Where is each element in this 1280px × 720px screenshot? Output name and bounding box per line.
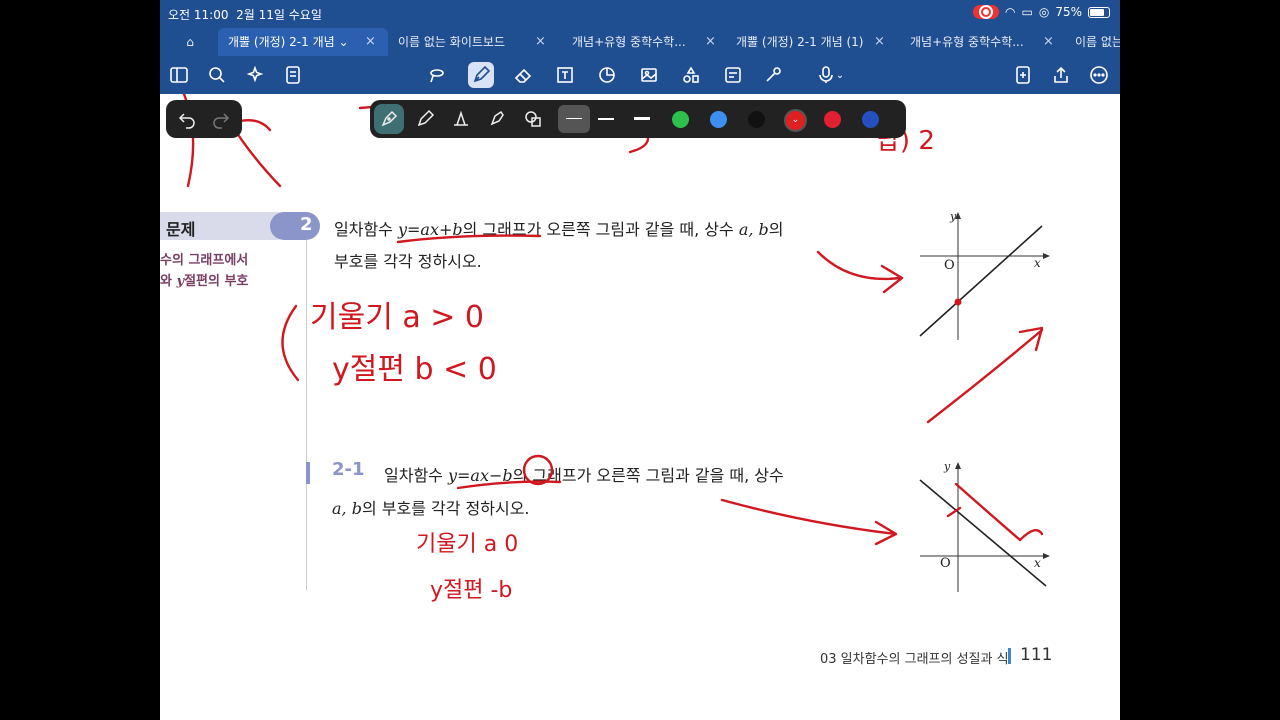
undo-redo-palette bbox=[166, 100, 242, 138]
stroke-thin-swatch[interactable] bbox=[558, 105, 590, 133]
tab-5[interactable]: 개념+유형 중학수학... bbox=[910, 28, 1024, 56]
image-icon[interactable] bbox=[636, 62, 662, 88]
shape-pen-icon[interactable] bbox=[518, 104, 548, 134]
eraser-icon[interactable] bbox=[510, 62, 536, 88]
share-icon[interactable] bbox=[1048, 62, 1074, 88]
pen-palette: ⌄ bbox=[370, 100, 906, 138]
tab-2[interactable]: 이름 없는 화이트보드 bbox=[398, 28, 505, 56]
ink-bracket bbox=[281, 304, 300, 382]
highlighter-icon[interactable] bbox=[482, 104, 512, 134]
main-toolbar: ⌄ bbox=[160, 56, 1120, 94]
tab-6[interactable]: 이름 없는 bbox=[1075, 28, 1120, 56]
tab-5-close-icon[interactable]: × bbox=[1043, 28, 1054, 56]
sidebar-icon[interactable] bbox=[166, 62, 192, 88]
tab-bar: ⌂ 개뿔 (개정) 2-1 개념 ⌄ × 이름 없는 화이트보드 × 개념+유형… bbox=[160, 28, 1120, 56]
ink-annotations bbox=[182, 94, 1044, 546]
ball-pen-icon[interactable] bbox=[410, 104, 440, 134]
laser-pointer-icon[interactable] bbox=[760, 62, 786, 88]
notebook-page[interactable]: 문제 수의 그래프에서 와 y절편의 부호 2 일차함수 y=ax+b의 그래프… bbox=[160, 94, 1120, 720]
screen-mirror-icon: ▭ bbox=[1021, 5, 1033, 19]
microphone-icon[interactable]: ⌄ bbox=[810, 62, 850, 88]
color-navy-swatch[interactable] bbox=[862, 111, 879, 128]
ink-note-1: 기울기 a > 0 bbox=[310, 300, 485, 335]
ai-sparkle-icon[interactable] bbox=[242, 62, 268, 88]
shape-icon[interactable] bbox=[594, 62, 620, 88]
home-icon[interactable]: ⌂ bbox=[178, 28, 202, 56]
text-box-icon[interactable] bbox=[552, 62, 578, 88]
ink-arrow-2 bbox=[926, 326, 1044, 424]
ink-arrow-1 bbox=[816, 250, 904, 294]
ink-graph2-line bbox=[954, 482, 1044, 542]
battery-percent: 75% bbox=[1055, 5, 1082, 19]
status-right: ◠ ▭ ◎ 75% bbox=[973, 5, 1110, 19]
more-options-icon[interactable] bbox=[1086, 62, 1112, 88]
wifi-icon: ◠ bbox=[1005, 5, 1016, 19]
stroke-thick-swatch[interactable] bbox=[634, 117, 650, 120]
status-bar: 오전 11:00 2월 11일 수요일 ◠ ▭ ◎ 75% bbox=[160, 0, 1120, 28]
lasso-icon[interactable] bbox=[424, 62, 450, 88]
color-red-swatch[interactable] bbox=[824, 111, 841, 128]
status-time-date: 오전 11:00 2월 11일 수요일 bbox=[168, 6, 322, 23]
battery-icon bbox=[1088, 6, 1110, 18]
lock-rotation-icon: ◎ bbox=[1038, 5, 1050, 19]
redo-icon[interactable] bbox=[206, 104, 236, 134]
ink-note-4: y절편 -b bbox=[430, 578, 513, 603]
color-black-swatch[interactable] bbox=[748, 111, 765, 128]
tab-4[interactable]: 개뿔 (개정) 2-1 개념 (1) bbox=[736, 28, 863, 56]
ink-note-3: 기울기 a 0 bbox=[416, 532, 519, 557]
brush-pen-icon[interactable] bbox=[446, 104, 476, 134]
ink-arrow-3 bbox=[720, 498, 898, 546]
status-date: 2월 11일 수요일 bbox=[236, 8, 322, 22]
tab-3[interactable]: 개념+유형 중학수학... bbox=[572, 28, 686, 56]
stroke-medium-swatch[interactable] bbox=[598, 118, 614, 120]
sticky-note-icon[interactable] bbox=[720, 62, 746, 88]
tab-4-close-icon[interactable]: × bbox=[874, 28, 885, 56]
tab-1[interactable]: 개뿔 (개정) 2-1 개념 ⌄ bbox=[218, 28, 388, 56]
add-page-icon[interactable] bbox=[1010, 62, 1036, 88]
ipad-screen: 오전 11:00 2월 11일 수요일 ◠ ▭ ◎ 75% ⌂ 개뿔 (개정) … bbox=[160, 0, 1120, 720]
pen-tool-icon[interactable] bbox=[468, 62, 494, 88]
status-time: 오전 11:00 bbox=[168, 8, 229, 22]
ink-graph2-tick bbox=[946, 506, 962, 518]
screen-record-icon[interactable] bbox=[973, 5, 1000, 19]
undo-icon[interactable] bbox=[172, 104, 202, 134]
document-icon[interactable] bbox=[280, 62, 306, 88]
elements-icon[interactable] bbox=[678, 62, 704, 88]
color-green-swatch[interactable] bbox=[672, 111, 689, 128]
tab-1-close-icon[interactable]: × bbox=[365, 28, 376, 56]
color-red-selected-swatch[interactable]: ⌄ bbox=[784, 109, 807, 132]
ink-note-2: y절편 b < 0 bbox=[332, 352, 497, 387]
ink-underline-eq1 bbox=[396, 234, 542, 244]
tab-2-close-icon[interactable]: × bbox=[535, 28, 546, 56]
color-blue-swatch[interactable] bbox=[710, 111, 727, 128]
search-icon[interactable] bbox=[204, 62, 230, 88]
fountain-pen-icon[interactable] bbox=[374, 104, 404, 134]
ink-circle-minus-b bbox=[522, 454, 554, 486]
tab-3-close-icon[interactable]: × bbox=[705, 28, 716, 56]
